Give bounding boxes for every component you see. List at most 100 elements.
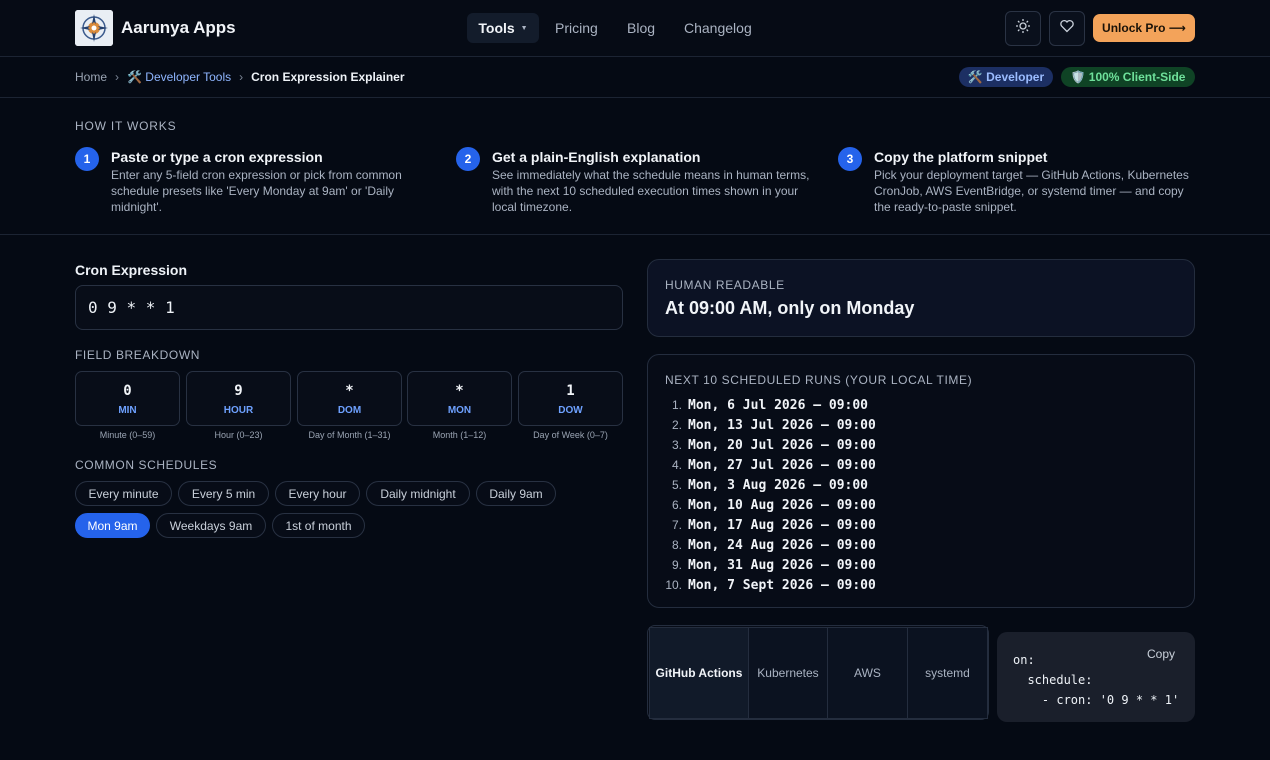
field-value: 9 [234,383,243,399]
tab-aws[interactable]: AWS [827,627,908,719]
brand-name[interactable]: Aarunya Apps [121,18,236,38]
list-item: 5. Mon, 3 Aug 2026 — 09:00 [665,475,876,495]
tab-systemd[interactable]: systemd [907,627,988,719]
brand-logo[interactable] [75,10,113,46]
preset-mon-9am[interactable]: Mon 9am [75,513,150,538]
list-item: 1. Mon, 6 Jul 2026 — 09:00 [665,395,876,415]
run-number: 1. [671,398,682,412]
tab-kubernetes[interactable]: Kubernetes [748,627,828,719]
field-minute: 0 MIN [75,371,180,426]
field-caption: Minute (0–59) [99,430,156,440]
tab-github-actions[interactable]: GitHub Actions [649,627,749,719]
cron-expression-input[interactable] [75,285,623,330]
next-runs-card: NEXT 10 SCHEDULED RUNS (YOUR LOCAL TIME)… [647,354,1195,608]
platform-tabs: GitHub Actions Kubernetes AWS systemd [647,625,989,720]
step-title: Copy the platform snippet [874,149,1048,165]
run-time: Mon, 10 Aug 2026 — 09:00 [688,497,876,513]
preset-daily-midnight[interactable]: Daily midnight [366,481,470,506]
breadcrumb-home[interactable]: Home [75,70,107,84]
list-item: 9. Mon, 31 Aug 2026 — 09:00 [665,555,876,575]
run-number: 5. [671,478,682,492]
nav-tools-dropdown[interactable]: Tools ▼ [467,13,539,43]
step-title: Get a plain-English explanation [492,149,701,165]
developer-badge: 🛠️ Developer [959,67,1053,87]
preset-daily-9am[interactable]: Daily 9am [476,481,556,506]
run-number: 9. [671,558,682,572]
human-readable-card: HUMAN READABLE At 09:00 AM, only on Mond… [647,259,1195,337]
field-value: * [455,383,464,399]
list-item: 10. Mon, 7 Sept 2026 — 09:00 [665,575,876,595]
step-number: 3 [838,147,862,171]
step-description: Pick your deployment target — GitHub Act… [874,168,1189,214]
favorite-button[interactable] [1049,11,1085,46]
how-it-works-title: HOW IT WORKS [75,119,177,133]
field-day-of-month: * DOM [297,371,402,426]
run-time: Mon, 17 Aug 2026 — 09:00 [688,517,876,533]
field-breakdown-title: FIELD BREAKDOWN [75,348,201,362]
preset-weekdays-9am[interactable]: Weekdays 9am [156,513,266,538]
nav-pricing[interactable]: Pricing [555,20,598,36]
field-day-of-week: 1 DOW [518,371,623,426]
run-time: Mon, 7 Sept 2026 — 09:00 [688,577,876,593]
theme-toggle-button[interactable] [1005,11,1041,46]
list-item: 3. Mon, 20 Jul 2026 — 09:00 [665,435,876,455]
next-runs-list: 1. Mon, 6 Jul 2026 — 09:00 2. Mon, 13 Jul … [665,395,876,595]
breadcrumb-bar: Home › 🛠️ Developer Tools › Cron Express… [0,57,1270,98]
top-header: Aarunya Apps Tools ▼ Pricing Blog Change… [0,0,1270,57]
field-caption: Day of Month (1–31) [308,430,391,440]
nav-changelog[interactable]: Changelog [684,20,752,36]
breadcrumb-separator-icon: › [239,70,244,84]
run-number: 10. [665,578,682,592]
list-item: 6. Mon, 10 Aug 2026 — 09:00 [665,495,876,515]
field-name: DOW [558,405,583,416]
unlock-pro-button[interactable]: Unlock Pro ⟶ [1093,14,1195,42]
run-time: Mon, 31 Aug 2026 — 09:00 [688,557,876,573]
heart-icon [1059,18,1075,39]
human-readable-label: HUMAN READABLE [665,278,785,292]
nav-blog[interactable]: Blog [627,20,655,36]
sun-icon [1015,18,1031,39]
step-description: Enter any 5-field cron expression or pic… [111,168,402,214]
run-time: Mon, 3 Aug 2026 — 09:00 [688,477,869,493]
preset-every-hour[interactable]: Every hour [275,481,360,506]
field-value: 1 [566,383,575,399]
breadcrumb-developer-tools[interactable]: 🛠️ Developer Tools [127,70,231,84]
field-name: HOUR [223,405,254,416]
run-time: Mon, 20 Jul 2026 — 09:00 [688,437,876,453]
breadcrumb-current: Cron Expression Explainer [251,70,405,84]
run-time: Mon, 27 Jul 2026 — 09:00 [688,457,876,473]
preset-every-5-min[interactable]: Every 5 min [178,481,269,506]
run-number: 7. [671,518,682,532]
field-caption: Month (1–12) [432,430,487,440]
list-item: 2. Mon, 13 Jul 2026 — 09:00 [665,415,876,435]
list-item: 8. Mon, 24 Aug 2026 — 09:00 [665,535,876,555]
run-number: 6. [671,498,682,512]
common-schedules-title: COMMON SCHEDULES [75,458,218,472]
next-runs-label: NEXT 10 SCHEDULED RUNS (YOUR LOCAL TIME) [665,373,973,387]
run-time: Mon, 6 Jul 2026 — 09:00 [688,397,869,413]
chevron-down-icon: ▼ [520,24,528,32]
run-number: 2. [671,418,682,432]
step-number: 2 [456,147,480,171]
field-value: 0 [123,383,132,399]
step-number: 1 [75,147,99,171]
run-time: Mon, 24 Aug 2026 — 09:00 [688,537,876,553]
list-item: 4. Mon, 27 Jul 2026 — 09:00 [665,455,876,475]
run-number: 3. [671,438,682,452]
breadcrumb: Home › 🛠️ Developer Tools › Cron Express… [75,70,405,84]
field-value: * [345,383,354,399]
how-it-works-section: HOW IT WORKS 1 Paste or type a cron expr… [0,98,1270,235]
copy-button[interactable]: Copy [1147,647,1175,661]
field-caption: Hour (0–23) [214,430,263,440]
step-title: Paste or type a cron expression [111,149,323,165]
field-caption: Day of Week (0–7) [533,430,608,440]
run-number: 8. [671,538,682,552]
preset-1st-of-month[interactable]: 1st of month [272,513,365,538]
field-name: MON [447,405,472,416]
preset-every-minute[interactable]: Every minute [75,481,172,506]
client-side-badge: 🛡️ 100% Client-Side [1061,67,1195,87]
field-name: MIN [118,405,137,416]
field-hour: 9 HOUR [186,371,291,426]
field-name: DOM [337,405,362,416]
list-item: 7. Mon, 17 Aug 2026 — 09:00 [665,515,876,535]
